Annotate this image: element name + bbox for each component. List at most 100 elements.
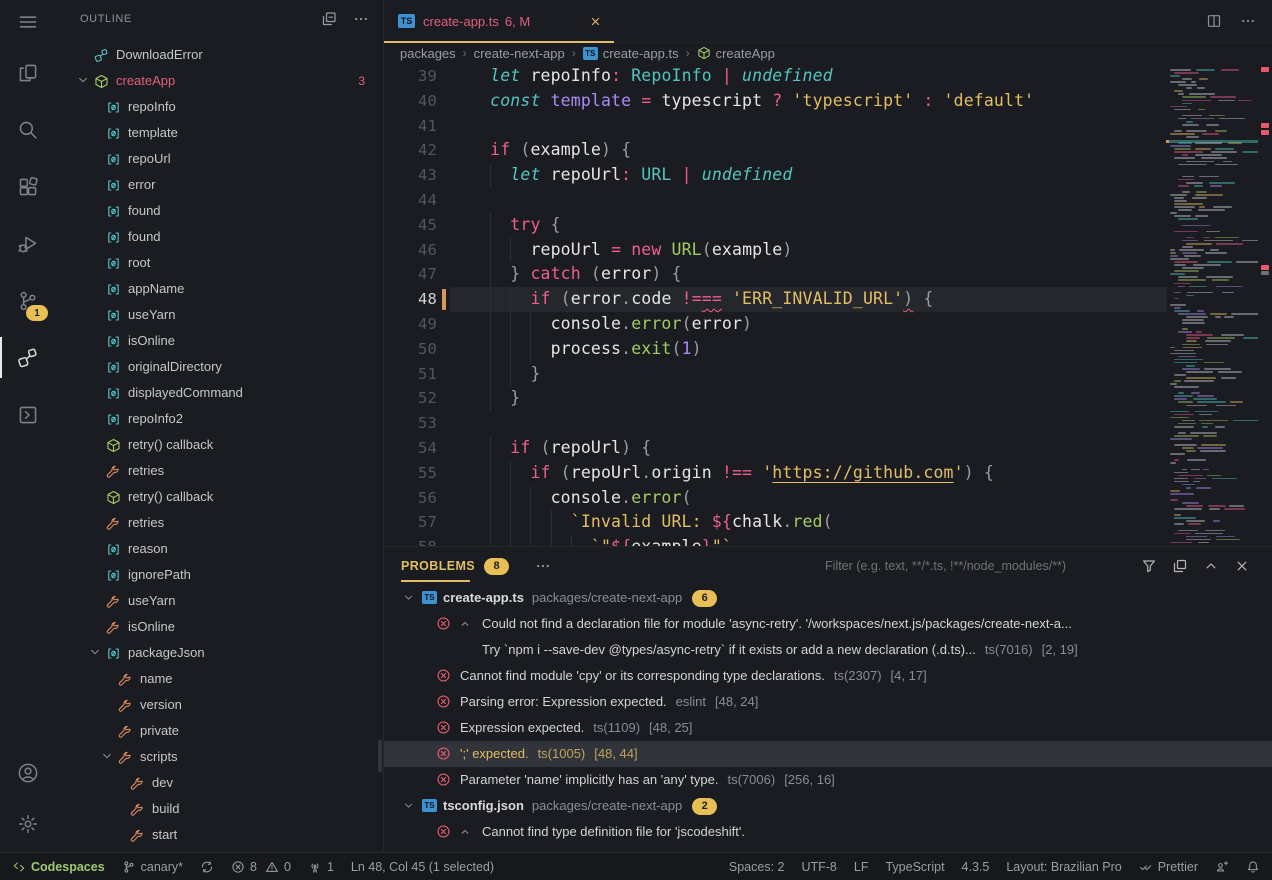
outline-item-retry() callback[interactable]: retry() callback	[56, 484, 383, 510]
activity-item-account[interactable]	[0, 751, 56, 795]
collapse-all-icon[interactable]	[321, 11, 337, 27]
outline-item-repoInfo[interactable]: repoInfo	[56, 94, 383, 120]
breadcrumb-item-createApp[interactable]: createApp	[697, 46, 775, 61]
code-line-54[interactable]: 54 if (repoUrl) {	[384, 436, 1272, 461]
more-actions-icon[interactable]	[353, 11, 369, 27]
outline-item-originalDirectory[interactable]: originalDirectory	[56, 354, 383, 380]
code-line-46[interactable]: 46 repoUrl = new URL(example)	[384, 238, 1272, 263]
status-errors[interactable]: 8	[231, 860, 257, 874]
outline-item-ignorePath[interactable]: ignorePath	[56, 562, 383, 588]
status-indentation[interactable]: Spaces: 2	[729, 860, 785, 874]
breadcrumb-item-packages[interactable]: packages	[400, 46, 456, 61]
problems-item-row[interactable]: ';' expected.ts(1005)[48, 44]	[384, 741, 1272, 767]
chevron-up-icon[interactable]	[459, 618, 471, 630]
status-layout[interactable]: Layout: Brazilian Pro	[1006, 860, 1121, 874]
problems-filter-input[interactable]	[823, 558, 1119, 574]
tab-close-icon[interactable]	[589, 15, 602, 28]
problems-item-row[interactable]: Parsing error: Expression expected.eslin…	[384, 689, 1272, 715]
tab-create-app-ts[interactable]: TS create-app.ts 6, M	[384, 0, 614, 42]
breadcrumb-item-create-app.ts[interactable]: TScreate-app.ts	[583, 46, 679, 61]
activity-item-settings[interactable]	[0, 795, 56, 852]
code-line-39[interactable]: 39 let repoInfo: RepoInfo | undefined	[384, 64, 1272, 89]
problems-item-row[interactable]: Expression expected.ts(1109)[48, 25]	[384, 715, 1272, 741]
tab-problems[interactable]: PROBLEMS 8	[401, 547, 509, 585]
problems-item-row[interactable]: Try `npm i --save-dev @types/async-retry…	[384, 637, 1272, 663]
code-line-52[interactable]: 52 }	[384, 386, 1272, 411]
activity-item-extensions[interactable]	[0, 158, 56, 215]
activity-item-search[interactable]	[0, 101, 56, 158]
outline-item-dev[interactable]: dev	[56, 770, 383, 796]
outline-item-displayedCommand[interactable]: displayedCommand	[56, 380, 383, 406]
outline-item-createApp[interactable]: createApp3	[56, 68, 383, 94]
problems-item-row[interactable]: The file is in the program because:	[384, 845, 1272, 852]
outline-item-build[interactable]: build	[56, 796, 383, 822]
outline-item-repoUrl[interactable]: repoUrl	[56, 146, 383, 172]
filter-icon[interactable]	[1141, 558, 1157, 574]
outline-item-private[interactable]: private	[56, 718, 383, 744]
outline-item-packageJson[interactable]: packageJson	[56, 640, 383, 666]
code-line-55[interactable]: 55 if (repoUrl.origin !== 'https://githu…	[384, 461, 1272, 486]
status-notifications[interactable]	[1246, 860, 1260, 874]
outline-item-start[interactable]: start	[56, 822, 383, 848]
problems-item-row[interactable]: Parameter 'name' implicitly has an 'any'…	[384, 767, 1272, 793]
outline-item-scripts[interactable]: scripts	[56, 744, 383, 770]
outline-item-template[interactable]: template	[56, 120, 383, 146]
status-formatter[interactable]: Prettier	[1139, 860, 1198, 874]
problems-file-row[interactable]: TScreate-app.tspackages/create-next-app6	[384, 585, 1272, 611]
status-ports[interactable]: 1	[308, 860, 334, 874]
close-panel-icon[interactable]	[1234, 558, 1250, 574]
problems-item-row[interactable]: Cannot find type definition file for 'js…	[384, 819, 1272, 845]
status-branch[interactable]: canary*	[122, 860, 183, 874]
activity-item-menu[interactable]	[0, 0, 56, 44]
status-feedback[interactable]	[1215, 860, 1229, 874]
code-line-43[interactable]: 43 let repoUrl: URL | undefined	[384, 163, 1272, 188]
chevron-up-icon[interactable]	[459, 826, 471, 838]
outline-item-version[interactable]: version	[56, 692, 383, 718]
view-as-table-icon[interactable]	[1172, 558, 1188, 574]
code-editor[interactable]: 39 let repoInfo: RepoInfo | undefined40 …	[384, 64, 1272, 547]
code-line-49[interactable]: 49 console.error(error)	[384, 312, 1272, 337]
activity-item-symbols[interactable]	[0, 329, 56, 386]
outline-item-isOnline[interactable]: isOnline	[56, 614, 383, 640]
outline-item-useYarn[interactable]: useYarn	[56, 302, 383, 328]
outline-item-isOnline[interactable]: isOnline	[56, 328, 383, 354]
maximize-panel-icon[interactable]	[1203, 558, 1219, 574]
code-line-51[interactable]: 51 }	[384, 362, 1272, 387]
code-line-50[interactable]: 50 process.exit(1)	[384, 337, 1272, 362]
problems-file-row[interactable]: TStsconfig.jsonpackages/create-next-app2	[384, 793, 1272, 819]
outline-item-useYarn[interactable]: useYarn	[56, 588, 383, 614]
activity-item-explorer[interactable]	[0, 44, 56, 101]
status-encoding[interactable]: UTF-8	[801, 860, 836, 874]
outline-item-found[interactable]: found	[56, 224, 383, 250]
breadcrumb-item-create-next-app[interactable]: create-next-app	[474, 46, 565, 61]
panel-more-icon[interactable]	[535, 558, 551, 574]
code-line-48[interactable]: 48 if (error.code !=== 'ERR_INVALID_URL'…	[384, 287, 1272, 312]
code-line-42[interactable]: 42 if (example) {	[384, 138, 1272, 163]
minimap[interactable]	[1166, 64, 1258, 547]
code-line-56[interactable]: 56 console.error(	[384, 486, 1272, 511]
outline-item-appName[interactable]: appName	[56, 276, 383, 302]
outline-item-retry() callback[interactable]: retry() callback	[56, 432, 383, 458]
outline-item-reason[interactable]: reason	[56, 536, 383, 562]
outline-item-retries[interactable]: retries	[56, 510, 383, 536]
code-line-40[interactable]: 40 const template = typescript ? 'typesc…	[384, 89, 1272, 114]
status-warnings[interactable]: 0	[265, 860, 291, 874]
outline-item-retries[interactable]: retries	[56, 458, 383, 484]
outline-item-found[interactable]: found	[56, 198, 383, 224]
outline-item-repoInfo2[interactable]: repoInfo2	[56, 406, 383, 432]
code-line-53[interactable]: 53	[384, 411, 1272, 436]
activity-item-source-control[interactable]: 1	[0, 272, 56, 329]
code-line-44[interactable]: 44	[384, 188, 1272, 213]
split-editor-icon[interactable]	[1206, 13, 1222, 29]
sidebar-scrollbar[interactable]	[378, 740, 382, 772]
outline-item-DownloadError[interactable]: DownloadError	[56, 42, 383, 68]
problems-item-row[interactable]: Could not find a declaration file for mo…	[384, 611, 1272, 637]
activity-item-panel[interactable]	[0, 386, 56, 443]
status-ts-version[interactable]: 4.3.5	[962, 860, 990, 874]
outline-item-error[interactable]: error	[56, 172, 383, 198]
problems-item-row[interactable]: Cannot find module 'cpy' or its correspo…	[384, 663, 1272, 689]
more-actions-icon[interactable]	[1240, 13, 1256, 29]
status-sync[interactable]	[200, 860, 214, 874]
code-line-57[interactable]: 57 `Invalid URL: ${chalk.red(	[384, 510, 1272, 535]
outline-item-name[interactable]: name	[56, 666, 383, 692]
